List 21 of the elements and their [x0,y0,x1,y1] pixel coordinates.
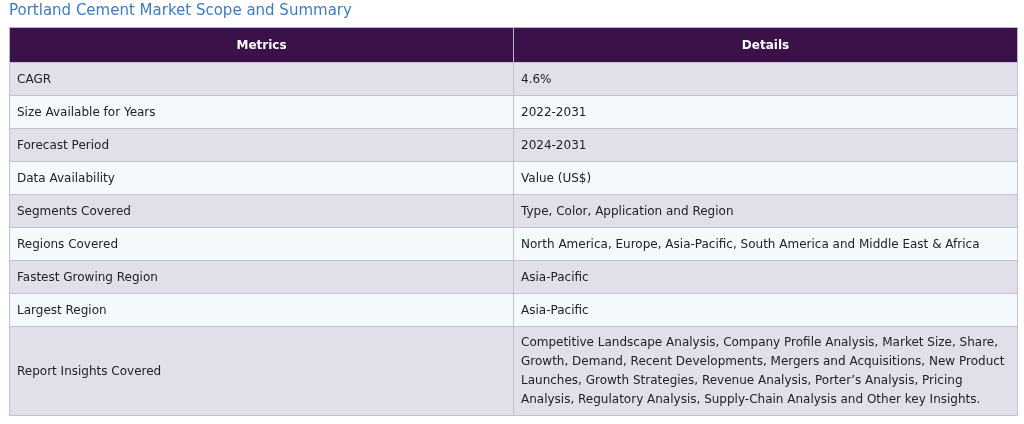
table-cell: Size Available for Years [9,95,514,129]
table-cell: 2024-2031 [513,128,1018,162]
table-cell: Report Insights Covered [9,326,514,416]
table-cell: 4.6% [513,62,1018,96]
table-cell: North America, Europe, Asia-Pacific, South America and Middle East & Africa [513,227,1018,261]
table-cell: Regions Covered [9,227,514,261]
column-header: Metrics [9,27,514,63]
table-cell: Segments Covered [9,194,514,228]
table-cell: Value (US$) [513,161,1018,195]
table-cell: Competitive Landscape Analysis, Company Profile Analysis, Market Size, Share, Growth, Demand, Recent Developments, Mergers and Acquisitions, New Product Launches, Growth Strategies, Revenue Analysis, Porter’s Analysis, Pricing Analysis, Regulatory Analysis, Supply-Chain Analysis and Other key Insights. [513,326,1018,416]
table-cell: Asia-Pacific [513,260,1018,294]
table-cell: Largest Region [9,293,514,327]
page-title: Portland Cement Market Scope and Summary [9,1,353,20]
table-cell: Data Availability [9,161,514,195]
table-cell: CAGR [9,62,514,96]
table-cell: 2022-2031 [513,95,1018,129]
column-header: Details [513,27,1018,63]
table-cell: Asia-Pacific [513,293,1018,327]
table-cell: Forecast Period [9,128,514,162]
table-cell: Fastest Growing Region [9,260,514,294]
table-cell: Type, Color, Application and Region [513,194,1018,228]
